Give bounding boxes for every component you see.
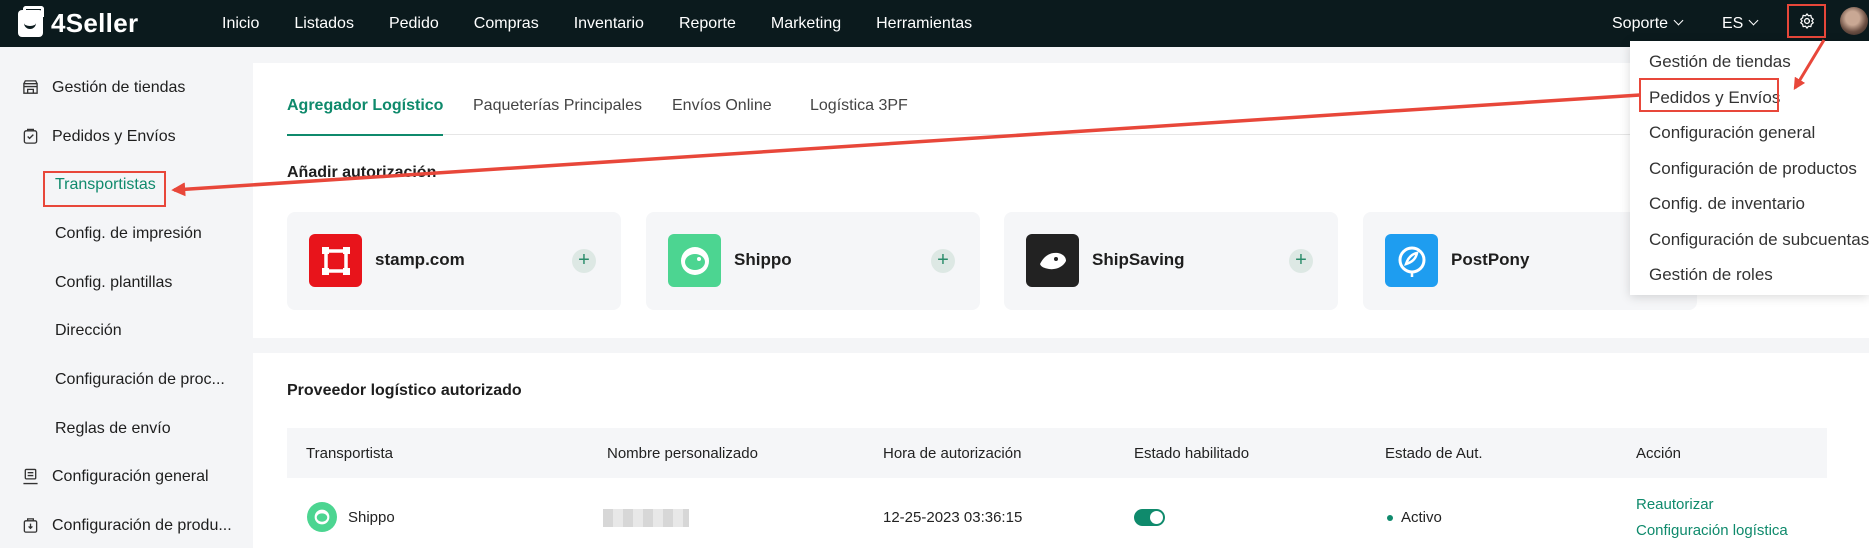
support-menu[interactable]: Soporte [1612,0,1684,47]
settings-button[interactable] [1787,4,1826,38]
shippo-logo-icon [668,234,721,287]
provider-card-shipsaving[interactable]: ShipSaving + [1004,212,1338,310]
sidebar-item-label: Dirección [55,322,122,339]
tab-label: Paqueterías Principales [473,97,642,114]
sidebar-item-gestion-tiendas[interactable]: Gestión de tiendas [0,66,250,110]
tab-paqueterias-principales[interactable]: Paqueterías Principales [473,97,642,115]
gear-icon [1799,13,1814,29]
sidebar-item-label: Gestión de tiendas [52,79,186,96]
nav-marketing[interactable]: Marketing [771,15,841,33]
sidebar-item-config-procesamiento[interactable]: Configuración de proc... [0,358,250,402]
sidebar-item-label: Config. plantillas [55,274,173,291]
reauthorize-link[interactable]: Reautorizar [1636,496,1714,513]
sidebar-item-config-general[interactable]: Configuración general [0,455,250,499]
sidebar-item-label: Configuración de produ... [52,517,232,534]
nav-inventario[interactable]: Inventario [574,15,644,33]
column-header: Estado habilitado [1134,445,1250,462]
sidebar-item-label: Config. de impresión [55,225,202,242]
annotation-highlight-pedidos-envios [1639,78,1779,112]
logistics-config-link[interactable]: Configuración logística [1636,522,1788,539]
nav-inicio[interactable]: Inicio [222,15,259,33]
enabled-toggle[interactable] [1134,509,1165,526]
status-dot [1387,515,1393,521]
store-icon [23,80,38,94]
support-label: Soporte [1612,14,1669,32]
provider-card-shippo[interactable]: Shippo + [646,212,980,310]
add-authorization-title: Añadir autorización [287,164,437,181]
tab-logistica-3pf[interactable]: Logística 3PF [810,97,908,115]
menu-item-gestion-roles[interactable]: Gestión de roles [1649,265,1773,285]
column-header: Estado de Aut. [1385,445,1483,462]
tab-envios-online[interactable]: Envíos Online [672,97,772,115]
avatar[interactable] [1840,7,1868,35]
app-logo[interactable]: 4Seller [18,6,139,39]
carrier-name: Shippo [348,509,395,526]
chevron-down-icon [1748,15,1759,26]
add-provider-button[interactable]: + [572,249,596,273]
provider-name: Shippo [734,250,792,269]
menu-item-gestion-tiendas[interactable]: Gestión de tiendas [1649,52,1791,72]
nav-herramientas[interactable]: Herramientas [876,15,972,33]
printer-icon [23,468,38,485]
tab-label: Envíos Online [672,97,772,114]
chevron-down-icon [1673,15,1684,26]
provider-name: PostPony [1451,250,1530,269]
column-header: Hora de autorización [883,445,1022,462]
stamps-logo-icon [309,234,362,287]
nav-listados[interactable]: Listados [294,15,354,33]
language-label: ES [1722,14,1744,32]
table-header: Transportista Nombre personalizado Hora … [287,428,1827,478]
tab-label: Agregador Logístico [287,97,444,114]
tab-label: Logística 3PF [810,97,908,114]
provider-name: ShipSaving [1092,250,1185,269]
logo-text: 4Seller [51,8,139,38]
sidebar-item-config-productos[interactable]: Configuración de produ... [0,504,250,548]
main-nav: Inicio Listados Pedido Compras Inventari… [222,0,1007,47]
menu-item-config-inventario[interactable]: Config. de inventario [1649,194,1805,214]
sidebar-item-direccion[interactable]: Dirección [0,309,250,353]
bag-logo-icon [18,6,44,37]
menu-item-configuracion-productos[interactable]: Configuración de productos [1649,159,1857,179]
provider-name: stamp.com [375,250,465,269]
menu-item-configuracion-subcuentas[interactable]: Configuración de subcuentas [1649,230,1869,250]
column-header: Nombre personalizado [607,445,758,462]
add-provider-button[interactable]: + [931,249,955,273]
nav-pedido[interactable]: Pedido [389,15,439,33]
sidebar-item-label: Configuración general [52,468,209,485]
annotation-highlight-transportistas [43,171,166,207]
postpony-logo-icon [1385,234,1438,287]
language-menu[interactable]: ES [1722,0,1759,47]
tab-agregador-logistico[interactable]: Agregador Logístico [287,97,444,136]
carrier-tabs: Agregador Logístico Paqueterías Principa… [287,63,1827,136]
menu-item-configuracion-general[interactable]: Configuración general [1649,123,1815,143]
column-header: Transportista [306,445,393,462]
shippo-logo-icon [307,502,337,532]
auth-status: Activo [1401,509,1442,526]
nav-reporte[interactable]: Reporte [679,15,736,33]
sidebar-item-label: Configuración de proc... [55,371,225,388]
authorized-providers-title: Proveedor logístico autorizado [287,382,522,399]
settings-sidebar: Gestión de tiendas Pedidos y Envíos Tran… [0,47,250,548]
shipsaving-logo-icon [1026,234,1079,287]
sidebar-item-pedidos-envios[interactable]: Pedidos y Envíos [0,115,250,159]
order-icon [23,128,38,144]
add-provider-button[interactable]: + [1289,249,1313,273]
sidebar-item-reglas-envio[interactable]: Reglas de envío [0,407,250,451]
column-header: Acción [1636,445,1682,462]
nav-compras[interactable]: Compras [474,15,539,33]
sidebar-item-label: Reglas de envío [55,420,171,437]
authorization-time: 12-25-2023 03:36:15 [883,509,1023,526]
product-icon [23,518,38,533]
sidebar-item-label: Pedidos y Envíos [52,128,176,145]
sidebar-item-config-plantillas[interactable]: Config. plantillas [0,261,250,305]
top-navigation-bar: 4Seller Inicio Listados Pedido Compras I… [0,0,1869,47]
tab-active-underline [287,134,444,136]
sidebar-item-config-impresion[interactable]: Config. de impresión [0,212,250,256]
provider-card-stamps[interactable]: stamp.com + [287,212,621,310]
custom-name-redacted [603,509,689,527]
